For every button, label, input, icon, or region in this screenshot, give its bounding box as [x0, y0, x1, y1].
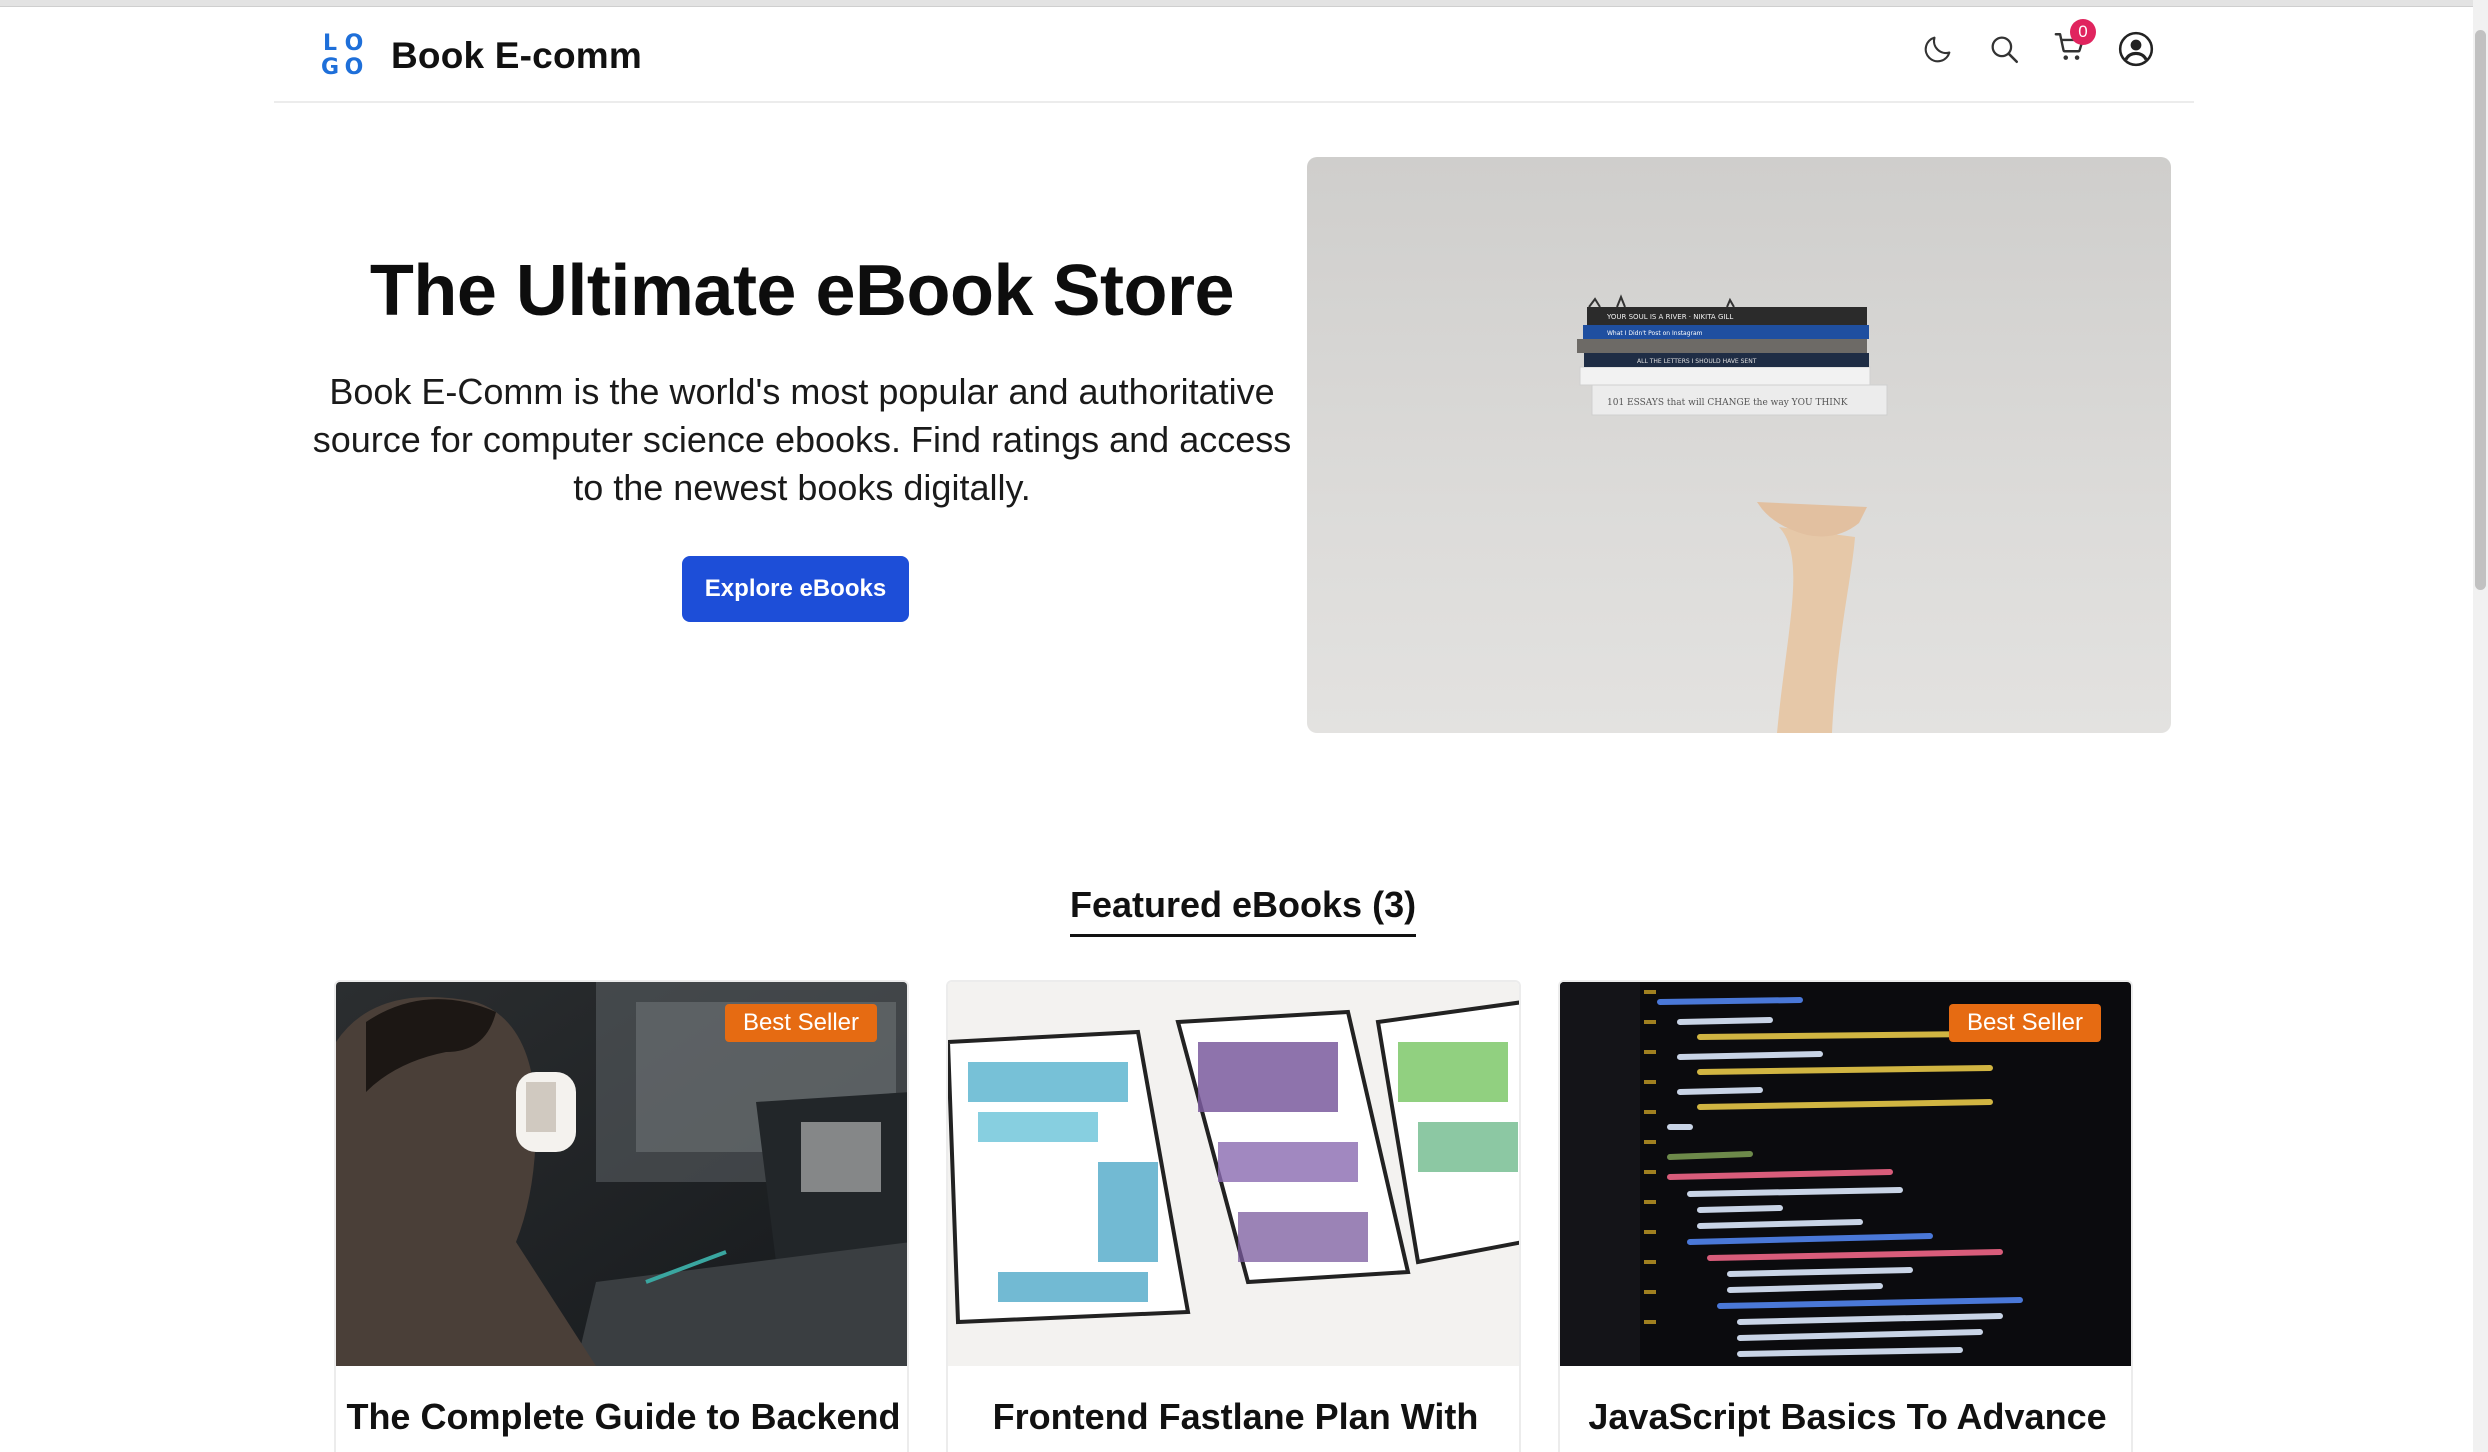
- book-card-title[interactable]: JavaScript Basics To Advance: [1560, 1396, 2131, 1438]
- hero-description-line: source for computer science ebooks. Find…: [312, 419, 1292, 460]
- moon-icon[interactable]: [1918, 29, 1958, 69]
- header-actions: 0: [1918, 19, 2156, 69]
- page-scrollbar[interactable]: [2473, 0, 2488, 1452]
- logo-letter: G: [320, 55, 340, 80]
- site-logo[interactable]: L O G O: [318, 33, 366, 81]
- brand-name[interactable]: Book E-comm: [391, 35, 642, 77]
- scrollbar-thumb[interactable]: [2475, 30, 2486, 590]
- search-icon[interactable]: [1984, 29, 2024, 69]
- explore-ebooks-button[interactable]: Explore eBooks: [682, 556, 909, 622]
- featured-heading: Featured eBooks (3): [1070, 884, 1417, 937]
- user-account-icon[interactable]: [2116, 29, 2156, 69]
- svg-text:ALL THE LETTERS I SHOULD HAVE: ALL THE LETTERS I SHOULD HAVE SENT: [1637, 358, 1757, 365]
- cart-button[interactable]: 0: [2050, 19, 2096, 69]
- logo-letter: L: [322, 31, 338, 56]
- book-card-image: [948, 982, 1519, 1366]
- svg-text:YOUR SOUL IS A RIVER · NIKITA: YOUR SOUL IS A RIVER · NIKITA GILL: [1606, 313, 1733, 321]
- hero-image-books-in-hand: 101 ESSAYS that will CHANGE the way YOU …: [1307, 157, 2171, 733]
- browser-top-edge: [0, 0, 2473, 7]
- best-seller-badge: Best Seller: [724, 1004, 877, 1042]
- svg-text:101 ESSAYS that will CHANGE th: 101 ESSAYS that will CHANGE the way YOU …: [1607, 398, 1848, 408]
- hero-description-line: Book E-Comm is the world's most popular …: [329, 371, 1275, 412]
- book-card[interactable]: Best Seller JavaScript Basics To Advance: [1558, 980, 2133, 1452]
- hero-title: The Ultimate eBook Store: [369, 251, 1235, 331]
- best-seller-badge: Best Seller: [1948, 1004, 2101, 1042]
- cart-count-badge: 0: [2070, 19, 2096, 45]
- hero-description-line: to the newest books digitally.: [573, 467, 1031, 508]
- book-card-title[interactable]: Frontend Fastlane Plan With: [948, 1396, 1519, 1438]
- hero-description: Book E-Comm is the world's most popular …: [300, 368, 1304, 512]
- svg-text:What I Didn't Post on Instagra: What I Didn't Post on Instagram: [1607, 330, 1703, 337]
- book-card[interactable]: Frontend Fastlane Plan With: [946, 980, 1521, 1452]
- book-card-title[interactable]: The Complete Guide to Backend: [336, 1396, 907, 1438]
- book-stack: 101 ESSAYS that will CHANGE the way YOU …: [1577, 294, 1888, 416]
- logo-letter: O: [344, 31, 364, 56]
- site-header: L O G O Book E-comm 0: [274, 7, 2194, 103]
- logo-letter: O: [344, 55, 364, 80]
- book-card[interactable]: Best Seller The Complete Guide to Backen…: [334, 980, 909, 1452]
